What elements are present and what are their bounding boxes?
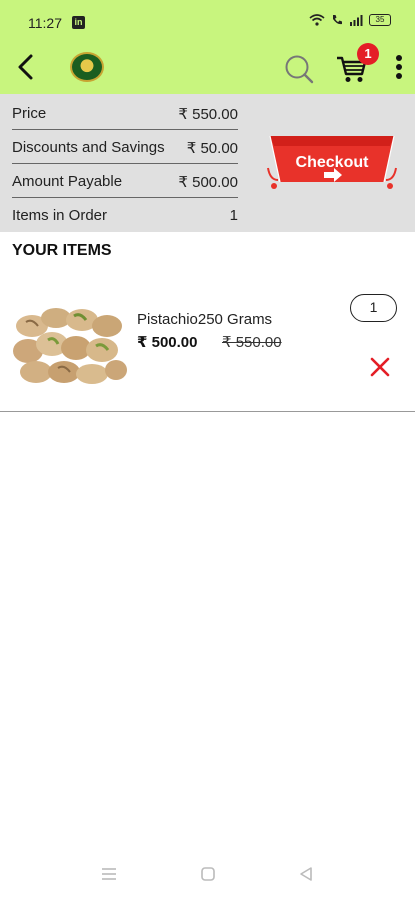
summary-value: ₹ 50.00 <box>186 140 238 157</box>
cart-item: Pistachio250 Grams ₹ 500.00 ₹ 550.00 1 <box>0 282 415 412</box>
product-image <box>12 296 128 386</box>
item-name: Pistachio250 Grams <box>137 311 273 328</box>
remove-item-icon[interactable] <box>369 356 391 378</box>
summary-label: Amount Payable <box>12 173 123 190</box>
recent-apps-icon[interactable] <box>100 865 118 883</box>
status-bar: 11:27 in 35 <box>0 0 415 40</box>
checkout-button[interactable]: Checkout <box>266 132 398 194</box>
summary-label: Items in Order <box>12 207 108 224</box>
checkout-label: Checkout <box>295 154 369 171</box>
status-icons: 35 <box>309 14 391 26</box>
summary-row-items: Items in Order 1 <box>12 198 238 232</box>
back-nav-icon[interactable] <box>297 865 315 883</box>
summary-value: 1 <box>229 207 238 224</box>
order-summary: Price ₹ 550.00 Discounts and Savings ₹ 5… <box>0 94 415 232</box>
summary-row-payable: Amount Payable ₹ 500.00 <box>12 164 238 198</box>
item-original-price: ₹ 550.00 <box>222 334 282 351</box>
summary-label: Discounts and Savings <box>12 139 165 156</box>
item-price: ₹ 500.00 <box>137 334 198 351</box>
call-icon <box>333 15 342 25</box>
summary-value: ₹ 500.00 <box>178 174 238 191</box>
quantity-selector[interactable]: 1 <box>350 294 397 322</box>
summary-value: ₹ 550.00 <box>178 106 238 123</box>
section-title: YOUR ITEMS <box>12 242 112 259</box>
cart-count-badge: 1 <box>357 43 379 65</box>
more-options-icon[interactable] <box>394 54 404 80</box>
battery-icon: 35 <box>369 14 391 26</box>
top-area: 11:27 in 35 1 <box>0 0 415 94</box>
linkedin-icon: in <box>72 16 85 29</box>
search-icon[interactable] <box>284 54 314 84</box>
summary-row-discounts: Discounts and Savings ₹ 50.00 <box>12 130 238 164</box>
summary-row-price: Price ₹ 550.00 <box>12 96 238 130</box>
signal-icon <box>350 15 363 26</box>
status-time: 11:27 <box>28 15 62 31</box>
system-nav-bar <box>0 860 415 890</box>
app-bar: 1 <box>0 40 415 94</box>
back-arrow-icon[interactable] <box>14 52 38 82</box>
wifi-icon <box>309 14 325 26</box>
brand-logo <box>70 52 104 82</box>
summary-label: Price <box>12 105 47 122</box>
home-icon[interactable] <box>199 865 217 883</box>
